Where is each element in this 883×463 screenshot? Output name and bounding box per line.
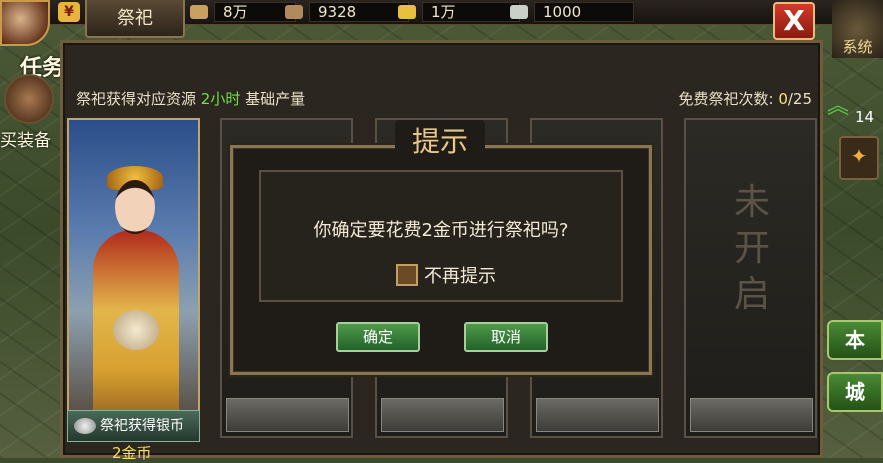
side-button-cheng[interactable]: 城 — [827, 372, 883, 412]
confirm-button[interactable]: 确定 — [336, 322, 420, 352]
free-count-total: /25 — [787, 90, 812, 108]
level-value: 14 — [855, 108, 875, 126]
card-footer — [690, 398, 813, 432]
goddess-card-silver[interactable] — [67, 118, 200, 442]
gold-coin-icon[interactable]: ¥ — [58, 2, 80, 22]
info-suffix: 基础产量 — [240, 90, 306, 108]
resource-silver: 1000 — [510, 2, 634, 22]
info-prefix: 祭祀获得对应资源 — [76, 90, 201, 108]
sacrifice-cost: 2金币 — [112, 444, 152, 462]
task-npc-icon[interactable] — [4, 74, 54, 124]
level-up-arrow-icon: ︽ — [827, 94, 850, 119]
free-count-current: 0 — [778, 90, 788, 108]
free-count-label: 免费祭祀次数: — [678, 90, 779, 108]
dialog-message: 你确定要花费2金币进行祭祀吗? — [313, 220, 569, 241]
left-hud: 任务 买装备 — [0, 46, 65, 166]
resource-food: 8万 — [190, 2, 296, 22]
wood-icon — [285, 5, 303, 19]
resource-gold-bar: 1万 — [398, 2, 520, 22]
system-button[interactable]: 系统 — [832, 0, 883, 58]
gold-bar-icon — [398, 5, 416, 19]
info-duration: 2小时 — [200, 90, 241, 108]
goddess-footer[interactable]: 祭祀获得银币 — [67, 410, 200, 442]
wood-value: 9328 — [309, 2, 409, 22]
confirm-dialog: 你确定要花费2金币进行祭祀吗? — [230, 145, 652, 375]
goddess-footer-label: 祭祀获得银币 — [100, 418, 184, 434]
card-footer[interactable] — [226, 398, 349, 432]
free-sacrifice-count: 免费祭祀次数: 0/25 — [620, 88, 820, 109]
side-button-ben[interactable]: 本 — [827, 320, 883, 360]
dialog-title: 提示 — [395, 120, 485, 164]
player-avatar[interactable] — [0, 0, 50, 46]
card-closed-text: 未开启 — [733, 182, 770, 315]
card-footer[interactable] — [536, 398, 659, 432]
no-remind-checkbox[interactable] — [396, 264, 418, 286]
resource-wood: 9328 — [285, 2, 409, 22]
food-value: 8万 — [214, 2, 296, 22]
page-title-tab: 祭祀 — [85, 0, 185, 38]
sacrifice-card-locked: 未开启 — [684, 118, 817, 438]
sacrifice-info: 祭祀获得对应资源 2小时 基础产量 — [76, 88, 305, 109]
silver-value: 1000 — [534, 2, 634, 22]
goddess-head — [115, 180, 155, 234]
right-hud: ︽ 14 ✦ 本 城 — [825, 58, 883, 458]
no-remind-row[interactable]: 不再提示 — [396, 262, 496, 288]
silver-ingot-icon — [74, 418, 96, 434]
buy-equipment-label[interactable]: 买装备 — [0, 126, 51, 151]
silver-icon — [510, 5, 528, 19]
close-button[interactable]: X — [773, 2, 815, 40]
food-icon — [190, 5, 208, 19]
no-remind-label[interactable]: 不再提示 — [424, 262, 496, 288]
candle-icon[interactable]: ✦ — [839, 136, 879, 180]
cancel-button[interactable]: 取消 — [464, 322, 548, 352]
goddess-fan — [113, 310, 159, 350]
card-footer[interactable] — [381, 398, 504, 432]
gold-bar-value: 1万 — [422, 2, 520, 22]
